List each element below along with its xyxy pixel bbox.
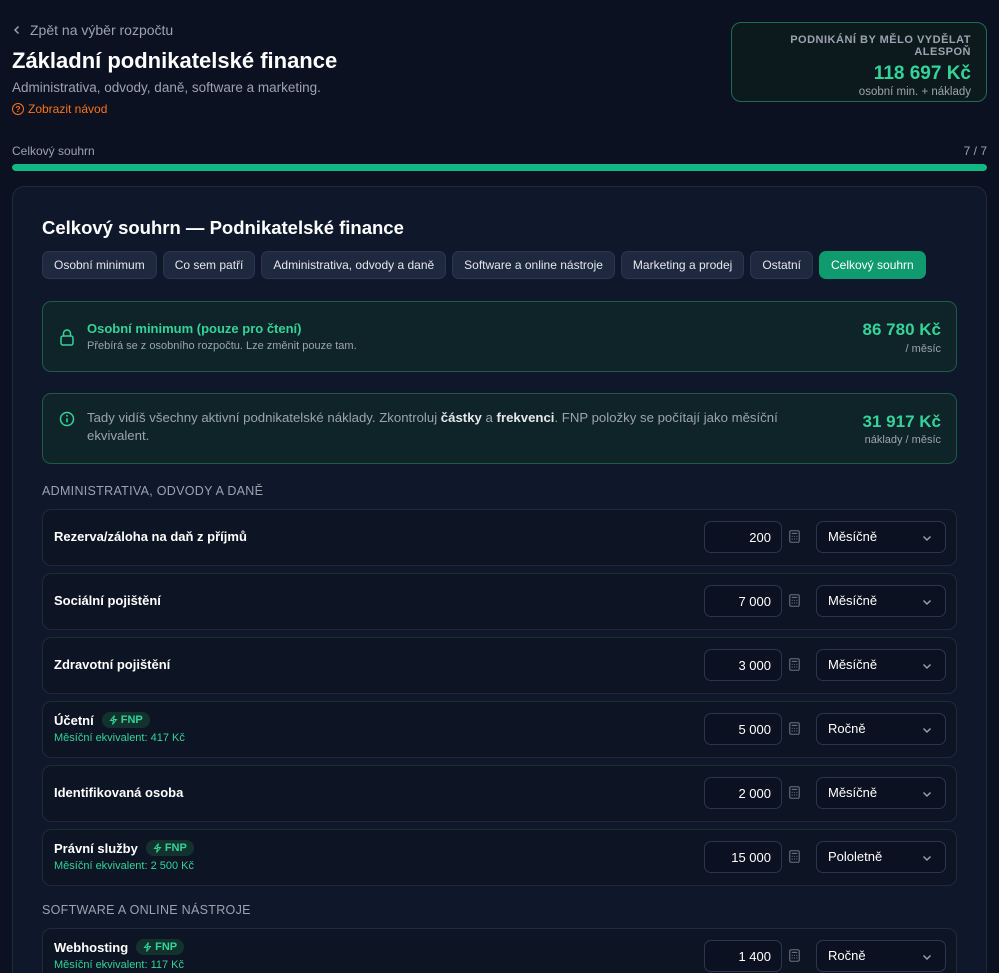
fnp-badge: FNP [136, 939, 185, 955]
chevron-down-icon [923, 664, 931, 669]
amount-input[interactable] [704, 777, 782, 809]
monthly-equivalent: Měsíční ekvivalent: 417 Kč [54, 732, 185, 744]
page-subtitle: Administrativa, odvody, daně, software a… [12, 80, 321, 95]
info-circle-icon [59, 411, 75, 427]
progress-step-label: Celkový souhrn [12, 144, 95, 158]
amount-input[interactable] [704, 585, 782, 617]
cost-name: Rezerva/záloha na daň z příjmů [54, 529, 247, 544]
lock-icon [60, 329, 74, 346]
business-costs-unit: náklady / měsíc [864, 434, 941, 446]
tab-total-summary[interactable]: Celkový souhrn [819, 251, 926, 279]
cost-name: Sociální pojištění [54, 593, 161, 608]
progress-step-count: 7 / 7 [963, 144, 987, 158]
chevron-left-icon [13, 25, 20, 35]
cost-name: Právní služby FNP [54, 840, 194, 856]
min-earnings-sub: osobní min. + náklady [858, 86, 971, 98]
fnp-badge: FNP [101, 712, 150, 728]
chevron-down-icon [923, 600, 931, 605]
calculator-icon[interactable] [789, 530, 800, 543]
show-guide-link[interactable]: ? Zobrazit návod [12, 102, 107, 116]
summary-panel: Celkový souhrn — Podnikatelské finance O… [12, 186, 987, 973]
fnp-badge: FNP [145, 840, 194, 856]
tab-administration[interactable]: Administrativa, odvody a daně [261, 251, 447, 279]
frequency-select[interactable]: Měsíčně [816, 777, 946, 809]
frequency-select[interactable]: Ročně [816, 713, 946, 745]
bolt-icon [153, 843, 162, 853]
step-tabs: Osobní minimum Co sem patří Administrati… [42, 251, 926, 279]
chevron-down-icon [923, 792, 931, 797]
amount-input[interactable] [704, 841, 782, 873]
group-heading: ADMINISTRATIVA, ODVODY A DANĚ [42, 484, 264, 498]
personal-minimum-amount: 86 780 Kč [862, 320, 941, 339]
cost-row: Právní služby FNP Měsíční ekvivalent: 2 50… [42, 829, 957, 886]
calculator-icon[interactable] [789, 949, 800, 962]
personal-minimum-title: Osobní minimum (pouze pro čtení) [87, 321, 302, 336]
calculator-icon[interactable] [789, 658, 800, 671]
business-costs-amount: 31 917 Kč [862, 412, 941, 431]
guide-link-label: Zobrazit návod [28, 102, 108, 116]
tab-what-belongs-here[interactable]: Co sem patří [162, 251, 256, 279]
monthly-equivalent: Měsíční ekvivalent: 117 Kč [54, 959, 185, 971]
personal-minimum-desc: Přebírá se z osobního rozpočtu. Lze změn… [87, 340, 357, 352]
cost-name: Webhosting FNP [54, 939, 185, 955]
amount-input[interactable] [704, 649, 782, 681]
frequency-select[interactable]: Měsíčně [816, 521, 946, 553]
frequency-select[interactable]: Ročně [816, 940, 946, 972]
page-title: Základní podnikatelské finance [12, 48, 338, 73]
section-title: Celkový souhrn — Podnikatelské finance [42, 217, 404, 238]
question-circle-icon: ? [12, 103, 24, 115]
min-earnings-card: PODNIKÁNÍ BY MĚLO VYDĚLAT ALESPOŇ 118 69… [731, 22, 987, 102]
calculator-icon[interactable] [789, 850, 800, 863]
chevron-down-icon [923, 536, 931, 541]
bolt-icon [109, 715, 118, 725]
frequency-select[interactable]: Měsíčně [816, 649, 946, 681]
progress-bar-fill [12, 164, 987, 171]
tab-software[interactable]: Software a online nástroje [452, 251, 615, 279]
cost-name: Identifikovaná osoba [54, 785, 184, 800]
chevron-down-icon [923, 955, 931, 960]
frequency-select[interactable]: Měsíčně [816, 585, 946, 617]
min-earnings-value: 118 697 Kč [873, 63, 971, 84]
bolt-icon [143, 942, 152, 952]
tab-personal-minimum[interactable]: Osobní minimum [42, 251, 157, 279]
cost-row: Sociální pojištění Měsíčně [42, 573, 957, 630]
progress-bar [12, 164, 987, 171]
cost-row: Identifikovaná osoba Měsíčně [42, 765, 957, 822]
chevron-down-icon [923, 856, 931, 861]
cost-row: WebhostingFNP Měsíční ekvivalent: 117 Kč R… [42, 928, 957, 973]
tab-marketing[interactable]: Marketing a prodej [620, 251, 745, 279]
cost-row: ÚčetníFNP Měsíční ekvivalent: 417 Kč Ročně [42, 701, 957, 758]
calculator-icon[interactable] [789, 786, 800, 799]
min-earnings-label: PODNIKÁNÍ BY MĚLO VYDĚLAT ALESPOŇ [790, 34, 971, 58]
tab-other[interactable]: Ostatní [750, 251, 813, 279]
personal-minimum-card: Osobní minimum (pouze pro čtení) Přebírá… [42, 301, 957, 372]
amount-input[interactable] [704, 713, 782, 745]
amount-input[interactable] [704, 521, 782, 553]
frequency-select[interactable]: Pololetně [816, 841, 946, 873]
personal-minimum-unit: / měsíc [905, 343, 941, 355]
summary-text: Tady vidíš všechny aktivní podnikatelské… [87, 410, 778, 443]
group-heading: SOFTWARE A ONLINE NÁSTROJE [42, 903, 251, 917]
cost-name: Zdravotní pojištění [54, 657, 171, 672]
cost-row: Rezerva/záloha na daň z příjmů Měsíčně [42, 509, 957, 566]
back-link[interactable]: Zpět na výběr rozpočtu [12, 22, 173, 38]
cost-row: Zdravotní pojištění Měsíčně [42, 637, 957, 694]
chevron-down-icon [923, 728, 931, 733]
business-costs-summary-card: Tady vidíš všechny aktivní podnikatelské… [42, 393, 957, 464]
calculator-icon[interactable] [789, 594, 800, 607]
calculator-icon[interactable] [789, 722, 800, 735]
monthly-equivalent: Měsíční ekvivalent: 2 500 Kč [54, 860, 195, 872]
amount-input[interactable] [704, 940, 782, 972]
back-link-label: Zpět na výběr rozpočtu [30, 22, 174, 38]
cost-name: Účetní FNP [54, 712, 150, 728]
